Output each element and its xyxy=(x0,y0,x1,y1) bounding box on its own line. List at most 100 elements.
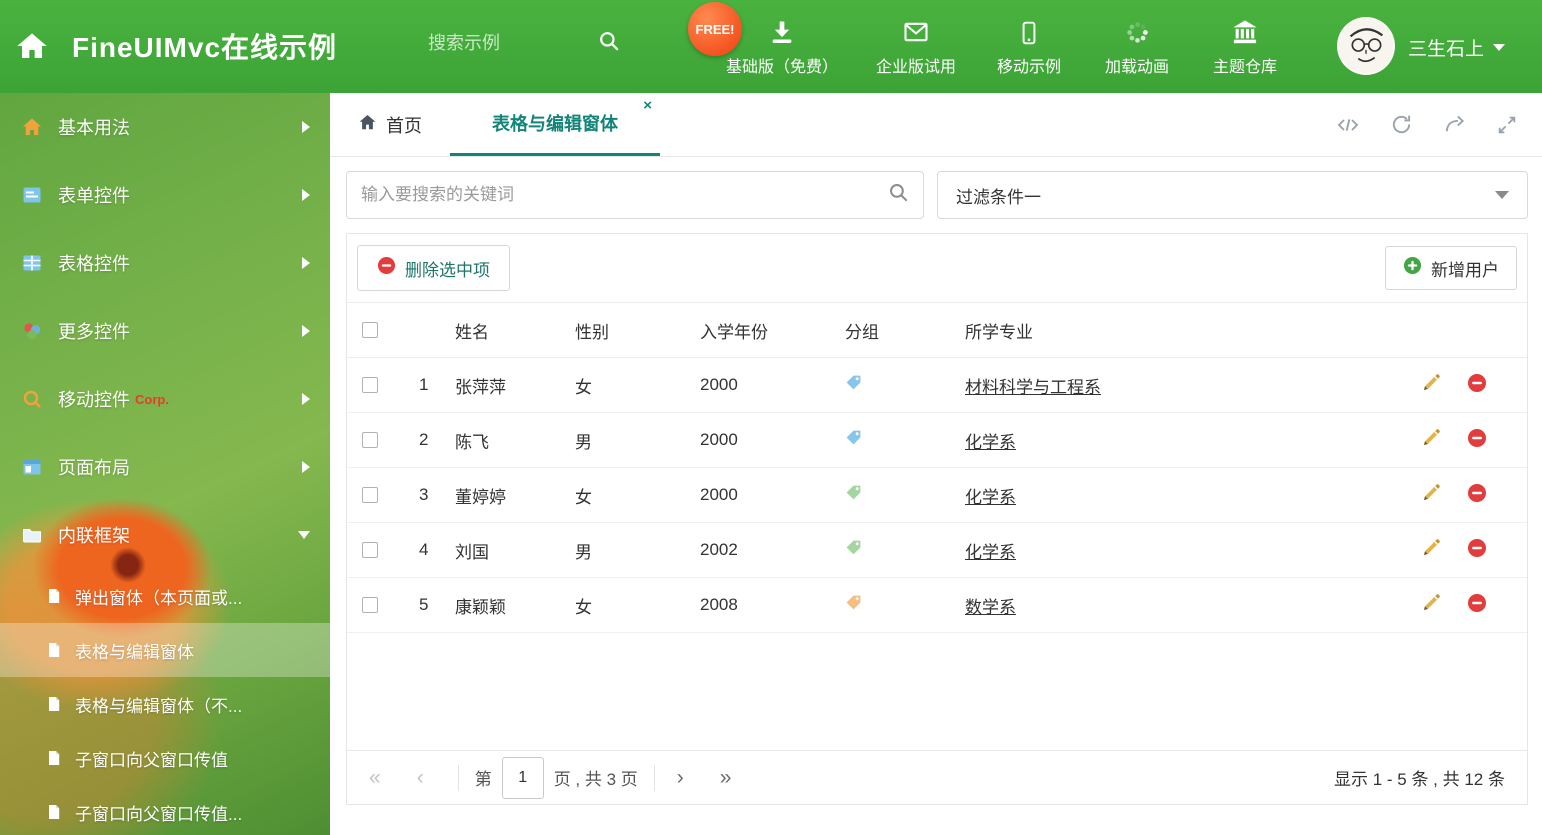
sidebar-subitem-child-to-parent[interactable]: 子窗口向父窗口传值 xyxy=(0,731,330,785)
edit-icon[interactable] xyxy=(1421,538,1441,563)
user-menu[interactable]: 三生石上 xyxy=(1408,34,1506,61)
table-row: 1 张萍萍 女 2000 材料科学与工程系 xyxy=(347,358,1527,413)
col-year[interactable]: 入学年份 xyxy=(700,318,845,343)
major-link[interactable]: 化学系 xyxy=(965,433,1016,452)
sidebar-subitem-grid-edit-window-2[interactable]: 表格与编辑窗体（不... xyxy=(0,677,330,731)
avatar[interactable] xyxy=(1337,17,1395,75)
edit-icon[interactable] xyxy=(1421,428,1441,453)
record-summary: 显示 1 - 5 条 , 共 12 条 xyxy=(1334,770,1505,789)
col-major[interactable]: 所学专业 xyxy=(965,318,1415,343)
delete-row-icon[interactable] xyxy=(1467,373,1487,398)
main-area: 首页 表格与编辑窗体 × 输入要搜索的关键词 过滤条件一 删除选中项 新增用户 … xyxy=(330,93,1542,835)
widgets-icon xyxy=(22,321,44,341)
tab-home[interactable]: 首页 xyxy=(330,93,450,156)
sidebar-item-more-controls[interactable]: 更多控件 xyxy=(0,297,330,365)
table-empty-space xyxy=(347,633,1527,750)
tag-icon xyxy=(845,595,862,615)
edit-icon[interactable] xyxy=(1421,373,1441,398)
search-icon[interactable] xyxy=(888,182,909,208)
tab-grid-edit-window[interactable]: 表格与编辑窗体 × xyxy=(450,93,660,156)
page-suffix: 页 , 共 3 页 xyxy=(553,770,638,789)
filter-row: 过滤条件一 xyxy=(346,171,1528,219)
nav-enterprise-trial[interactable]: 企业版试用 xyxy=(876,16,956,77)
prev-page-icon[interactable]: ‹ xyxy=(417,767,424,788)
sidebar-item-basic-usage[interactable]: 基本用法 xyxy=(0,93,330,161)
row-checkbox[interactable] xyxy=(362,542,378,558)
col-name[interactable]: 姓名 xyxy=(455,318,575,343)
table-icon xyxy=(22,253,44,273)
delete-selected-button[interactable]: 删除选中项 xyxy=(357,245,510,291)
refresh-icon[interactable] xyxy=(1390,113,1413,136)
grid-panel: 删除选中项 新增用户 姓名 性别 入学年份 分组 所学专业 1 张萍萍 女 20… xyxy=(346,233,1528,805)
row-checkbox[interactable] xyxy=(362,377,378,393)
page-number-input[interactable] xyxy=(501,756,544,799)
select-all-checkbox[interactable] xyxy=(362,322,378,338)
sidebar-subitem-popup-window[interactable]: 弹出窗体（本页面或... xyxy=(0,569,330,623)
header-search-input[interactable] xyxy=(428,33,598,54)
home-icon[interactable] xyxy=(16,30,48,67)
free-badge: FREE! xyxy=(688,2,742,56)
layout-icon xyxy=(22,457,44,477)
tag-icon xyxy=(845,540,862,560)
sidebar-item-inline-frame[interactable]: 内联框架 xyxy=(0,501,330,569)
major-link[interactable]: 化学系 xyxy=(965,543,1016,562)
app-title: FineUIMvc在线示例 xyxy=(72,32,338,63)
col-gender[interactable]: 性别 xyxy=(575,318,700,343)
mobile-icon xyxy=(1016,16,1042,46)
tag-icon xyxy=(845,375,862,395)
delete-row-icon[interactable] xyxy=(1467,593,1487,618)
major-link[interactable]: 数学系 xyxy=(965,598,1016,617)
keyword-search[interactable] xyxy=(346,171,924,219)
nav-label: 企业版试用 xyxy=(876,59,957,76)
major-link[interactable]: 化学系 xyxy=(965,488,1016,507)
nav-loading-animation[interactable]: 加载动画 xyxy=(1102,16,1172,77)
edit-icon[interactable] xyxy=(1421,483,1441,508)
row-checkbox[interactable] xyxy=(362,487,378,503)
code-icon[interactable] xyxy=(1336,113,1360,137)
delete-row-icon[interactable] xyxy=(1467,538,1487,563)
delete-row-icon[interactable] xyxy=(1467,483,1487,508)
forward-icon[interactable] xyxy=(1443,113,1466,136)
first-page-icon[interactable]: « xyxy=(369,767,381,788)
pagination-bar: « ‹ 第 页 , 共 3 页 › » 显示 1 - 5 条 , 共 12 条 xyxy=(347,750,1527,804)
nav-basic-free[interactable]: 基础版（免费） xyxy=(726,16,838,77)
divider xyxy=(653,764,655,791)
chevron-down-icon xyxy=(1495,191,1509,199)
chevron-right-icon xyxy=(302,189,310,201)
table-row: 5 康颖颖 女 2008 数学系 xyxy=(347,578,1527,633)
row-checkbox[interactable] xyxy=(362,432,378,448)
sidebar: 基本用法 表单控件 表格控件 更多控件 移动控件 Corp. 页面布局 内联框架… xyxy=(0,93,330,835)
next-page-icon[interactable]: › xyxy=(677,767,684,788)
nav-mobile-demo[interactable]: 移动示例 xyxy=(994,16,1064,77)
major-link[interactable]: 材料科学与工程系 xyxy=(965,378,1101,397)
nav-theme-repo[interactable]: 主题仓库 xyxy=(1210,16,1280,77)
app-header: FineUIMvc在线示例 FREE! 基础版（免费） 企业版试用 移动示例 xyxy=(0,0,1542,93)
delete-row-icon[interactable] xyxy=(1467,428,1487,453)
col-group[interactable]: 分组 xyxy=(845,318,965,343)
header-search[interactable] xyxy=(428,30,638,57)
edit-icon[interactable] xyxy=(1421,593,1441,618)
expand-icon[interactable] xyxy=(1496,114,1518,136)
nav-label: 加载动画 xyxy=(1105,59,1170,76)
file-icon xyxy=(46,642,62,658)
last-page-icon[interactable]: » xyxy=(720,767,732,788)
tab-toolbar xyxy=(1336,93,1542,156)
sidebar-item-page-layout[interactable]: 页面布局 xyxy=(0,433,330,501)
sidebar-subitem-child-to-parent-2[interactable]: 子窗口向父窗口传值... xyxy=(0,785,330,835)
add-user-button[interactable]: 新增用户 xyxy=(1385,246,1517,290)
tag-icon xyxy=(845,430,862,450)
file-icon xyxy=(46,804,62,820)
keyword-search-input[interactable] xyxy=(361,185,888,205)
sidebar-item-grid-controls[interactable]: 表格控件 xyxy=(0,229,330,297)
chevron-down-icon xyxy=(298,531,310,539)
close-icon[interactable]: × xyxy=(643,98,652,113)
row-checkbox[interactable] xyxy=(362,597,378,613)
chevron-right-icon xyxy=(302,461,310,473)
sidebar-item-mobile-controls[interactable]: 移动控件 Corp. xyxy=(0,365,330,433)
sidebar-item-form-controls[interactable]: 表单控件 xyxy=(0,161,330,229)
filter-dropdown[interactable]: 过滤条件一 xyxy=(937,171,1528,219)
search-icon[interactable] xyxy=(598,30,620,57)
chevron-right-icon xyxy=(302,393,310,405)
bank-icon xyxy=(1231,16,1259,46)
sidebar-subitem-grid-edit-window[interactable]: 表格与编辑窗体 xyxy=(0,623,330,677)
